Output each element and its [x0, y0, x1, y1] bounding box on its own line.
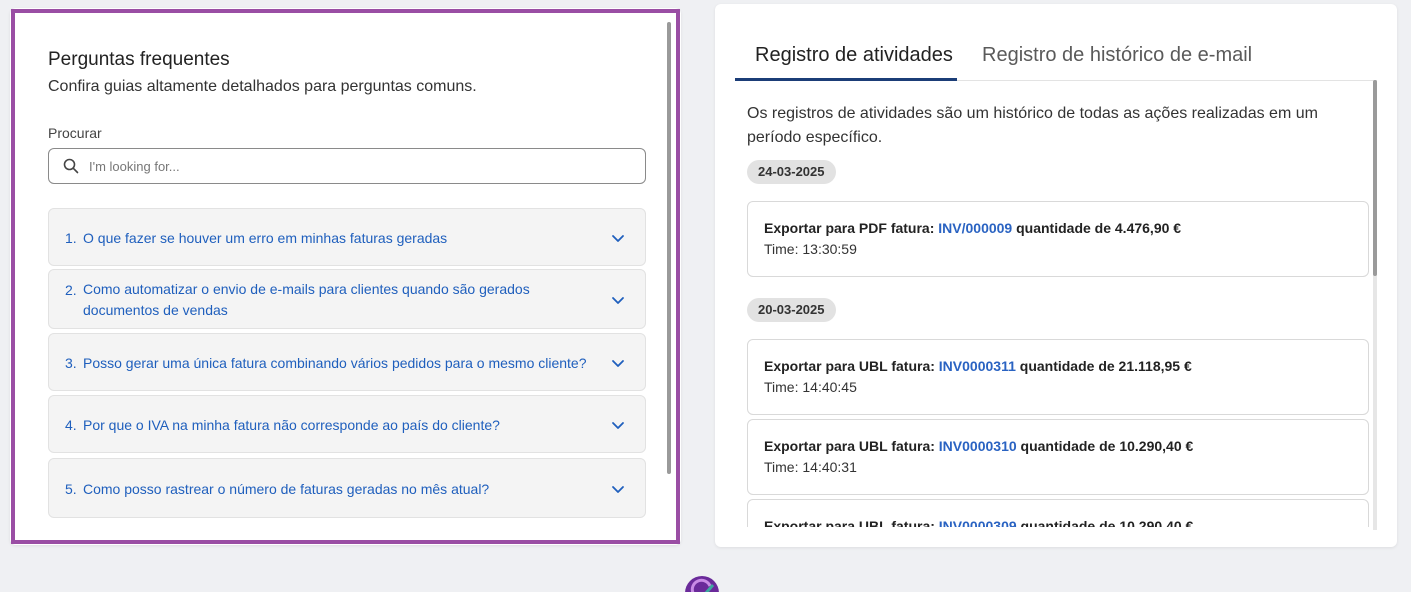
- faq-item-question: Como automatizar o envio de e-mails para…: [83, 281, 530, 318]
- log-entry-time: Time: 13:30:59: [764, 241, 857, 257]
- log-entry-time: Time: 14:40:31: [764, 459, 857, 475]
- log-entry: Exportar para UBL fatura: INV0000311 qua…: [747, 339, 1369, 415]
- tab-activity-log[interactable]: Registro de atividades: [755, 44, 953, 67]
- log-entry: Exportar para UBL fatura: INV0000309 qua…: [747, 499, 1369, 527]
- log-entry-prefix: Exportar para UBL fatura:: [764, 518, 935, 527]
- chevron-down-icon[interactable]: [611, 296, 625, 305]
- faq-title: Perguntas frequentes: [48, 49, 230, 70]
- log-entry-action: Exportar para UBL fatura: INV0000310 qua…: [764, 438, 1193, 454]
- log-entry-amount: quantidade de 4.476,90 €: [1016, 220, 1182, 236]
- log-entry-prefix: Exportar para UBL fatura:: [764, 358, 935, 374]
- search-box[interactable]: [48, 148, 646, 184]
- chevron-down-icon[interactable]: [611, 421, 625, 430]
- activity-description: Os registros de atividades são um histór…: [747, 105, 1318, 146]
- invoice-link[interactable]: INV0000311: [939, 358, 1016, 374]
- invoice-link[interactable]: INV0000309: [939, 518, 1017, 527]
- log-entry-amount: quantidade de 10.290,40 €: [1020, 518, 1194, 527]
- faq-item-question: O que fazer se houver um erro em minhas …: [83, 230, 448, 246]
- faq-item-question: Posso gerar uma única fatura combinando …: [83, 355, 587, 371]
- log-entry-amount: quantidade de 10.290,40 €: [1020, 438, 1194, 454]
- faq-item-number: 4.: [65, 417, 77, 433]
- faq-item-5[interactable]: 5. Como posso rastrear o número de fatur…: [48, 458, 646, 518]
- chevron-down-icon[interactable]: [611, 359, 625, 368]
- faq-scrollbar[interactable]: [667, 22, 671, 474]
- search-input[interactable]: [89, 149, 639, 183]
- log-entry-time: Time: 14:40:45: [764, 379, 857, 395]
- date-badge: 24-03-2025: [747, 160, 836, 184]
- log-entry-action: Exportar para UBL fatura: INV0000309 qua…: [764, 518, 1193, 527]
- faq-item-number: 1.: [65, 230, 77, 246]
- faq-item-question: Como posso rastrear o número de faturas …: [83, 481, 490, 497]
- faq-item-number: 5.: [65, 481, 77, 497]
- faq-item-4[interactable]: 4. Por que o IVA na minha fatura não cor…: [48, 395, 646, 453]
- faq-item-question: Por que o IVA na minha fatura não corres…: [83, 417, 500, 433]
- log-entry-action: Exportar para UBL fatura: INV0000311 qua…: [764, 358, 1192, 374]
- log-entry: Exportar para UBL fatura: INV0000310 qua…: [747, 419, 1369, 495]
- log-entry: Exportar para PDF fatura: INV/000009 qua…: [747, 201, 1369, 277]
- activity-scrollbar-thumb[interactable]: [1373, 80, 1377, 276]
- activity-card: Registro de atividades Registro de histó…: [715, 4, 1397, 547]
- faq-item-number: 2.: [65, 282, 77, 298]
- faq-item-1[interactable]: 1. O que fazer se houver um erro em minh…: [48, 208, 646, 266]
- faq-subtitle: Confira guias altamente detalhados para …: [48, 78, 477, 95]
- chevron-down-icon[interactable]: [611, 234, 625, 243]
- activity-list[interactable]: 24-03-2025 Exportar para PDF fatura: INV…: [715, 154, 1397, 527]
- log-entry-prefix: Exportar para PDF fatura:: [764, 220, 935, 236]
- faq-item-number: 3.: [65, 355, 77, 371]
- invoice-link[interactable]: INV/000009: [938, 220, 1012, 236]
- chevron-down-icon[interactable]: [611, 485, 625, 494]
- log-entry-action: Exportar para PDF fatura: INV/000009 qua…: [764, 220, 1181, 236]
- invoice-link[interactable]: INV0000310: [939, 438, 1017, 454]
- search-label: Procurar: [48, 125, 102, 141]
- log-entry-prefix: Exportar para UBL fatura:: [764, 438, 935, 454]
- date-badge: 20-03-2025: [747, 298, 836, 322]
- faq-card: Perguntas frequentes Confira guias altam…: [10, 8, 681, 545]
- tab-email-history[interactable]: Registro de histórico de e-mail: [982, 44, 1252, 67]
- search-icon: [63, 158, 79, 174]
- app-logo-icon: [685, 576, 719, 592]
- active-tab-indicator: [735, 78, 957, 81]
- faq-item-2[interactable]: 2. Como automatizar o envio de e-mails p…: [48, 269, 646, 329]
- faq-item-3[interactable]: 3. Posso gerar uma única fatura combinan…: [48, 333, 646, 391]
- log-entry-amount: quantidade de 21.118,95 €: [1019, 358, 1192, 374]
